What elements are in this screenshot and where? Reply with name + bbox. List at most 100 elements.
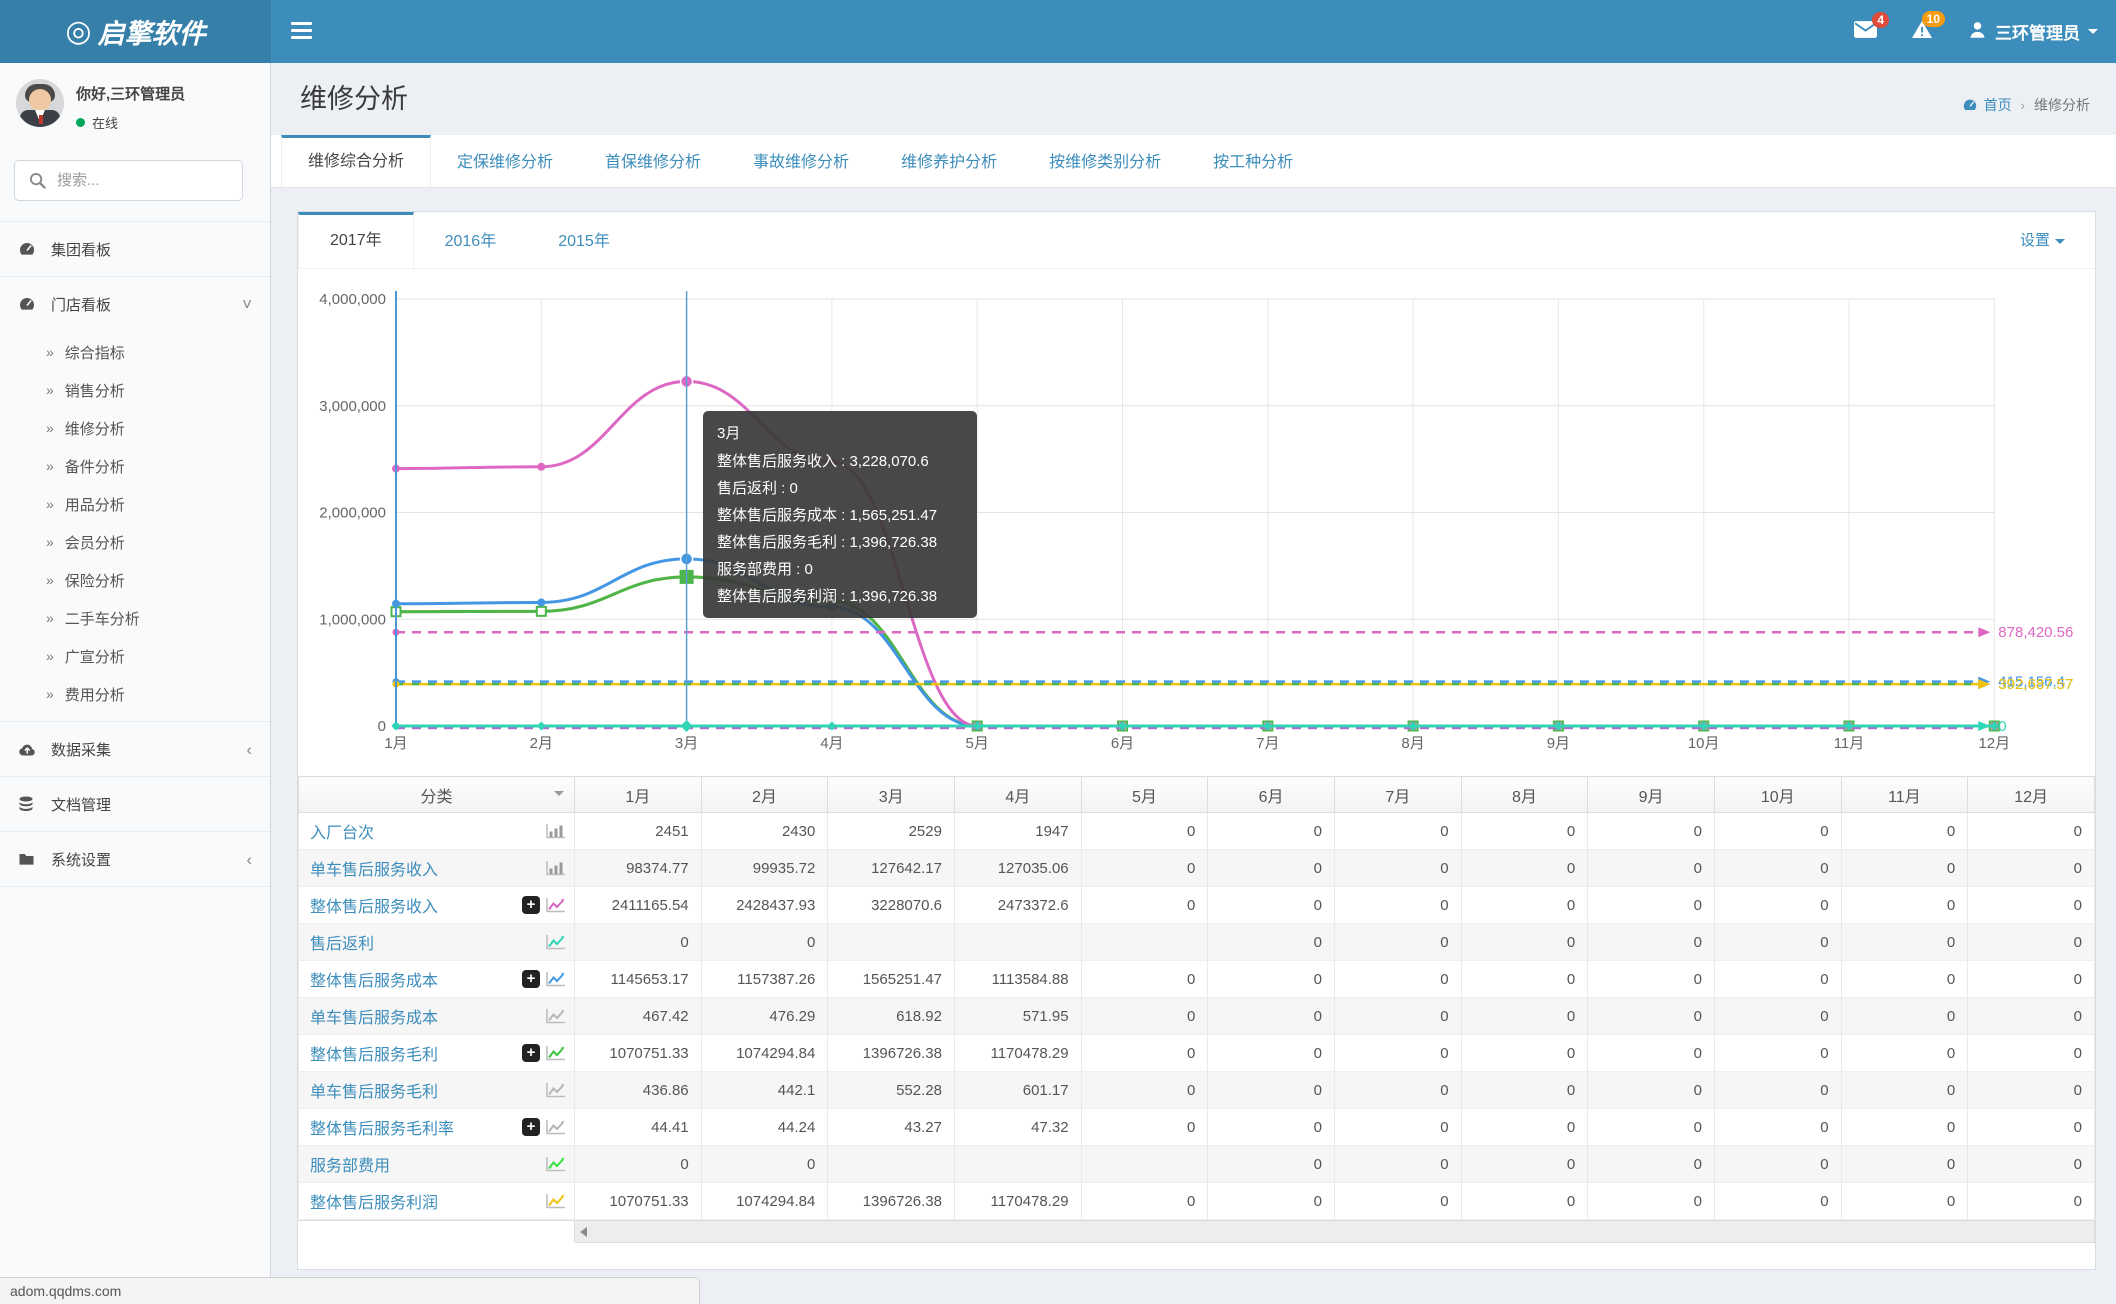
sidebar-greeting: 你好,三环管理员	[76, 86, 186, 103]
line-chart-icon[interactable]	[545, 1193, 566, 1210]
sidebar-subitem[interactable]: » 备件分析	[0, 447, 270, 485]
app-logo[interactable]: ◎ 启擎软件	[0, 0, 271, 63]
tab-5[interactable]: 按维修类别分析	[1023, 135, 1187, 187]
metric-link[interactable]: 售后返利	[310, 930, 374, 954]
angle-double-right-icon: »	[46, 496, 54, 512]
svg-text:0: 0	[1998, 718, 2006, 735]
value-cell: 44.41	[574, 1108, 702, 1146]
metric-link[interactable]: 单车售后服务毛利	[310, 1078, 438, 1102]
avatar	[16, 79, 64, 127]
sidebar-subitem[interactable]: » 销售分析	[0, 371, 270, 409]
tab-4[interactable]: 维修养护分析	[875, 135, 1023, 187]
value-cell: 1074294.84	[701, 1034, 829, 1072]
table-row: 单车售后服务毛利 436.86 442.1 552.28 601.17 0 0 0 0 0 0 0 0	[298, 1071, 2095, 1109]
svg-text:392,687.57: 392,687.57	[1998, 676, 2073, 693]
angle-double-right-icon: »	[46, 420, 54, 436]
year-tab-2016年[interactable]: 2016年	[414, 212, 528, 268]
value-cell	[827, 923, 955, 961]
value-cell: 0	[1714, 1182, 1842, 1220]
line-chart-icon[interactable]	[545, 1119, 566, 1136]
sidebar-subitem[interactable]: » 广宣分析	[0, 637, 270, 675]
tab-1[interactable]: 定保维修分析	[431, 135, 579, 187]
alerts-menu[interactable]: 10	[1911, 10, 1945, 44]
expand-row-button[interactable]: +	[522, 896, 540, 914]
chevron-left-icon: ‹	[246, 739, 252, 759]
metric-link[interactable]: 整体售后服务收入	[310, 893, 438, 917]
sidebar-item-3: 文档管理	[0, 777, 270, 832]
scroll-left-icon	[580, 1226, 587, 1237]
sidebar-subitem[interactable]: » 维修分析	[0, 409, 270, 447]
sidebar-item-2: 数据采集 ‹	[0, 722, 270, 777]
sidebar-link[interactable]: 集团看板	[0, 222, 270, 276]
sidebar-link[interactable]: 数据采集 ‹	[0, 722, 270, 776]
line-chart-icon[interactable]	[545, 1156, 566, 1173]
line-chart-icon[interactable]	[545, 1082, 566, 1099]
value-cell	[1081, 923, 1209, 961]
value-cell: 0	[1841, 997, 1969, 1035]
search-input[interactable]	[55, 171, 232, 190]
expand-row-button[interactable]: +	[522, 1044, 540, 1062]
breadcrumb-current: 维修分析	[2034, 97, 2090, 113]
tab-2[interactable]: 首保维修分析	[579, 135, 727, 187]
sidebar-subitem[interactable]: » 保险分析	[0, 561, 270, 599]
tab-6[interactable]: 按工种分析	[1187, 135, 1319, 187]
table-body: 入厂台次 2451 2430 2529 1947 0 0 0 0 0 0 0 0 单车售后服务收入 9837…	[298, 812, 2095, 1220]
breadcrumb-home-link[interactable]: 首页	[1962, 95, 2012, 115]
metric-link[interactable]: 整体售后服务成本	[310, 967, 438, 991]
sidebar-link[interactable]: 系统设置 ‹	[0, 832, 270, 886]
value-cell: 0	[1714, 960, 1842, 998]
sidebar-subitem[interactable]: » 综合指标	[0, 333, 270, 371]
metric-link[interactable]: 整体售后服务毛利	[310, 1041, 438, 1065]
sidebar-link[interactable]: 门店看板 ˅	[0, 277, 270, 331]
year-tab-2015年[interactable]: 2015年	[527, 212, 641, 268]
metric-link[interactable]: 服务部费用	[310, 1152, 390, 1176]
bar-chart-icon[interactable]	[545, 860, 566, 877]
sidebar-subitem[interactable]: » 费用分析	[0, 675, 270, 713]
value-cell: 1157387.26	[701, 960, 829, 998]
col-header-category[interactable]: 分类	[298, 776, 575, 813]
value-cell: 0	[1461, 923, 1589, 961]
value-cell: 0	[1714, 1108, 1842, 1146]
breadcrumb: 首页 › 维修分析	[1962, 95, 2090, 115]
value-cell: 0	[1207, 812, 1335, 850]
sidebar-link[interactable]: 文档管理	[0, 777, 270, 831]
value-cell: 0	[1967, 1108, 2095, 1146]
value-cell: 0	[1841, 886, 1969, 924]
sidebar-item-4: 系统设置 ‹	[0, 832, 270, 887]
hscroll-track[interactable]	[574, 1220, 2095, 1243]
sidebar-subitem[interactable]: » 会员分析	[0, 523, 270, 561]
line-chart-icon[interactable]	[545, 897, 566, 914]
line-chart-canvas: 392,687.57415,156.4392,687.57878,420.560…	[319, 291, 2073, 752]
tooltip-line: 整体售后服务毛利 : 1,396,726.38	[717, 534, 938, 551]
line-chart-icon[interactable]	[545, 1045, 566, 1062]
value-cell: 1170478.29	[954, 1182, 1082, 1220]
messages-menu[interactable]: 4	[1854, 11, 1889, 43]
year-tab-2017年[interactable]: 2017年	[298, 212, 414, 268]
svg-text:5月: 5月	[966, 735, 989, 752]
tab-0[interactable]: 维修综合分析	[281, 135, 432, 187]
metric-link[interactable]: 整体售后服务利润	[310, 1189, 438, 1213]
value-cell: 2473372.6	[954, 886, 1082, 924]
sidebar-subitem[interactable]: » 用品分析	[0, 485, 270, 523]
svg-text:11月: 11月	[1834, 735, 1865, 752]
metric-link[interactable]: 整体售后服务毛利率	[310, 1115, 454, 1139]
value-cell: 0	[1967, 960, 2095, 998]
user-menu[interactable]: 三环管理员	[1969, 19, 2098, 44]
tab-3[interactable]: 事故维修分析	[727, 135, 875, 187]
metric-link[interactable]: 单车售后服务成本	[310, 1004, 438, 1028]
sidebar-toggle-button[interactable]	[285, 15, 319, 47]
line-chart-icon[interactable]	[545, 1008, 566, 1025]
sidebar-subitem[interactable]: » 二手车分析	[0, 599, 270, 637]
bar-chart-icon[interactable]	[545, 823, 566, 840]
analysis-tabs: 维修综合分析 定保维修分析 首保维修分析 事故维修分析 维修养护分析 按维修类别分析 按工种…	[271, 135, 2116, 188]
metric-link[interactable]: 单车售后服务收入	[310, 856, 438, 880]
expand-row-button[interactable]: +	[522, 970, 540, 988]
value-cell: 0	[1207, 923, 1335, 961]
metric-link[interactable]: 入厂台次	[310, 819, 374, 843]
value-cell: 0	[1207, 1071, 1335, 1109]
expand-row-button[interactable]: +	[522, 1118, 540, 1136]
line-chart-icon[interactable]	[545, 934, 566, 951]
settings-dropdown[interactable]: 设置	[2020, 212, 2065, 269]
line-chart-icon[interactable]	[545, 971, 566, 988]
chevron-down-icon	[2055, 238, 2065, 244]
